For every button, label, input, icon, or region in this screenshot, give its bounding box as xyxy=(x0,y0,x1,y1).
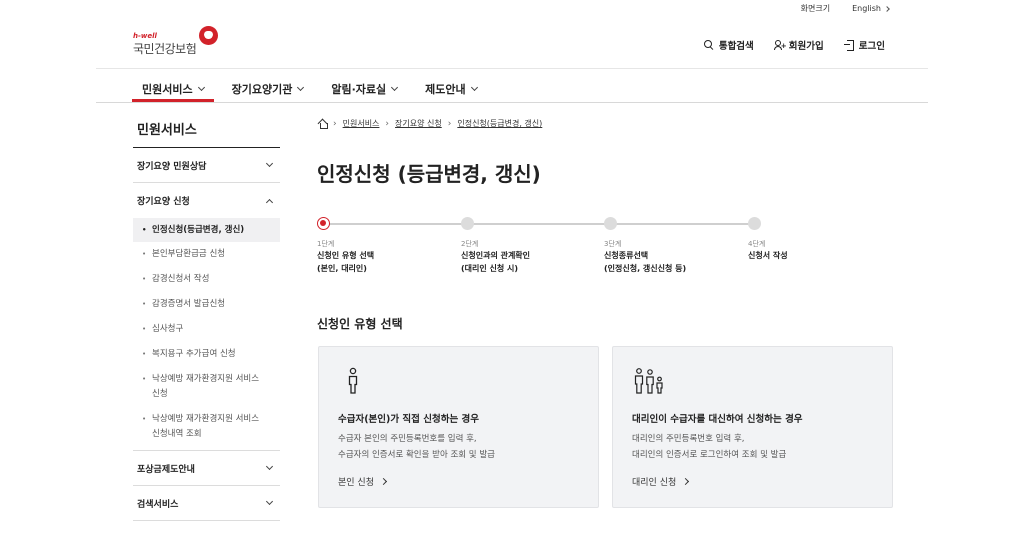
login-icon xyxy=(843,40,854,51)
card-title: 수급자(본인)가 직접 신청하는 경우 xyxy=(338,414,479,425)
login-button[interactable]: 로그인 xyxy=(843,38,885,52)
sidebar-item-reduction-cert[interactable]: 감경증명서 발급신청 xyxy=(133,297,280,312)
chevron-down-icon xyxy=(265,462,274,471)
proxy-apply-link[interactable]: 대리인 신청 xyxy=(632,475,690,488)
stepper-track xyxy=(323,223,757,225)
self-application-card[interactable]: 수급자(본인)가 직접 신청하는 경우 수급자 본인의 주민등록번호를 입력 후… xyxy=(318,346,599,508)
nav-item-label: 장기요양기관 xyxy=(231,83,293,96)
nav-item-label: 알림·자료실 xyxy=(331,83,387,96)
logo-subtitle: h-well xyxy=(133,32,157,40)
sidebar-item-refund[interactable]: 본인부담환급금 신청 xyxy=(133,247,280,262)
step-label: 신청서 작성 xyxy=(748,251,788,260)
card-description: 수급자 본인의 주민등록번호를 입력 후, 수급자의 인증서로 확인을 받아 조회… xyxy=(338,434,495,460)
step-dot xyxy=(461,217,474,230)
self-apply-link[interactable]: 본인 신청 xyxy=(338,475,388,488)
nav-item-ltc-institution[interactable]: 장기요양기관 xyxy=(231,77,305,101)
step-label: 신청인과의 관계확인 (대리인 신청 시) xyxy=(461,251,531,273)
proxy-apply-label: 대리인 신청 xyxy=(632,478,677,488)
integrated-search-label: 통합검색 xyxy=(718,41,754,52)
progress-stepper: 1단계 신청인 유형 선택 (본인, 대리인) 2단계 신청인과의 관계확인 (대리… xyxy=(317,216,788,276)
chevron-right-icon xyxy=(884,5,890,12)
sidebar-item-review-request[interactable]: 심사청구 xyxy=(133,322,280,337)
english-link[interactable]: English xyxy=(852,3,890,14)
family-icon xyxy=(634,368,663,394)
english-label: English xyxy=(852,4,881,13)
chevron-down-icon xyxy=(265,497,274,506)
nav-item-civil-service[interactable]: 민원서비스 xyxy=(132,77,214,102)
utility-bar: 화면크기 English xyxy=(801,3,890,14)
search-icon xyxy=(703,40,714,50)
home-icon[interactable] xyxy=(318,120,328,129)
chevron-down-icon xyxy=(197,83,205,92)
heart-logo-icon xyxy=(199,26,218,45)
main-nav: 민원서비스 장기요양기관 알림·자료실 제도안내 xyxy=(132,77,478,102)
sidebar-item-label: 신청 xyxy=(152,389,168,399)
join-label: 회원가입 xyxy=(788,41,824,52)
breadcrumb: › 민원서비스 › 장기요양 신청 › 인정신청(등급변경, 갱신) xyxy=(318,118,542,129)
self-apply-label: 본인 신청 xyxy=(338,478,374,488)
chevron-down-icon xyxy=(391,83,399,92)
sidebar-item-certification[interactable]: 인정신청(등급변경, 갱신) xyxy=(133,218,280,242)
add-user-icon: + xyxy=(773,40,787,50)
sidebar-item-fall-prevention[interactable]: 낙상예방 재가환경지원 서비스 신청 xyxy=(133,372,280,402)
login-label: 로그인 xyxy=(858,41,885,52)
sidebar-item-label: 낙상예방 재가환경지원 서비스 xyxy=(152,414,260,424)
section-title: 신청인 유형 선택 xyxy=(317,317,403,331)
sidebar-section-application[interactable]: 장기요양 신청 xyxy=(133,183,280,218)
step-label: 신청인 유형 선택 (본인, 대리인) xyxy=(317,251,375,273)
breadcrumb-separator: › xyxy=(385,118,390,129)
card-description: 대리인의 주민등록번호 입력 후, 대리인의 인증서로 로그인하여 조회 및 발급 xyxy=(632,434,787,460)
header-links: 통합검색 + 회원가입 로그인 xyxy=(703,38,885,52)
nav-item-notice[interactable]: 알림·자료실 xyxy=(331,77,399,101)
nav-item-label: 민원서비스 xyxy=(142,83,193,96)
breadcrumb-separator: › xyxy=(447,118,452,129)
sidebar-section-label: 포상금제도안내 xyxy=(137,464,195,475)
screen-size-button[interactable]: 화면크기 xyxy=(801,3,830,14)
nav-item-system-guide[interactable]: 제도안내 xyxy=(425,77,478,101)
chevron-right-icon xyxy=(379,477,388,486)
logo-name: 국민건강보험 xyxy=(133,42,197,56)
nav-item-label: 제도안내 xyxy=(425,83,466,96)
join-button[interactable]: + 회원가입 xyxy=(773,38,824,52)
sidebar-item-label: 신청내역 조회 xyxy=(152,429,202,439)
chevron-down-icon xyxy=(470,83,478,92)
sidebar-item-welfare-equipment[interactable]: 복지용구 추가급여 신청 xyxy=(133,347,280,362)
chevron-right-icon xyxy=(682,477,690,486)
chevron-down-icon xyxy=(265,159,274,168)
sidebar-title: 민원서비스 xyxy=(133,103,280,148)
sidebar: 민원서비스 장기요양 민원상담 장기요양 신청 인정신청(등급변경, 갱신) 본… xyxy=(133,103,280,521)
step-number: 2단계 xyxy=(461,240,479,248)
sidebar-section-reward[interactable]: 포상금제도안내 xyxy=(133,451,280,486)
breadcrumb-current[interactable]: 인정신청(등급변경, 갱신) xyxy=(457,118,542,129)
sidebar-item-fall-prevention-history[interactable]: 낙상예방 재가환경지원 서비스 신청내역 조회 xyxy=(133,412,280,442)
sidebar-section-search-service[interactable]: 검색서비스 xyxy=(133,486,280,521)
page-title: 인정신청 (등급변경, 갱신) xyxy=(317,162,541,186)
step-dot xyxy=(748,217,761,230)
person-icon xyxy=(348,367,358,394)
step-current-dot xyxy=(317,217,330,230)
step-label: 신청종류선택 (인정신청, 갱신신청 등) xyxy=(604,251,687,273)
sidebar-item-reduction-form[interactable]: 감경신청서 작성 xyxy=(133,272,280,287)
breadcrumb-link[interactable]: 장기요양 신청 xyxy=(395,118,442,129)
sidebar-section-label: 장기요양 민원상담 xyxy=(137,161,207,172)
sidebar-section-consultation[interactable]: 장기요양 민원상담 xyxy=(133,148,280,183)
chevron-up-icon xyxy=(265,198,274,206)
sidebar-sub-list: 인정신청(등급변경, 갱신) 본인부담환급금 신청 감경신청서 작성 감경증명서… xyxy=(133,218,280,451)
sidebar-section-label: 검색서비스 xyxy=(137,499,179,510)
sidebar-item-label: 낙상예방 재가환경지원 서비스 xyxy=(152,374,260,384)
chevron-down-icon xyxy=(297,83,305,92)
step-number: 4단계 xyxy=(748,240,766,248)
card-title: 대리인이 수급자를 대신하여 신청하는 경우 xyxy=(632,414,803,425)
site-logo[interactable]: h-well 국민건강보험 xyxy=(133,24,223,56)
breadcrumb-separator: › xyxy=(333,118,337,129)
screen-size-label: 화면크기 xyxy=(800,4,831,13)
proxy-application-card[interactable]: 대리인이 수급자를 대신하여 신청하는 경우 대리인의 주민등록번호 입력 후,… xyxy=(612,346,893,508)
step-number: 3단계 xyxy=(604,240,622,248)
integrated-search-button[interactable]: 통합검색 xyxy=(703,38,754,52)
step-dot xyxy=(604,217,617,230)
header-divider xyxy=(96,68,928,69)
sidebar-section-label: 장기요양 신청 xyxy=(137,197,190,207)
step-number: 1단계 xyxy=(317,240,335,248)
breadcrumb-link[interactable]: 민원서비스 xyxy=(343,118,380,129)
